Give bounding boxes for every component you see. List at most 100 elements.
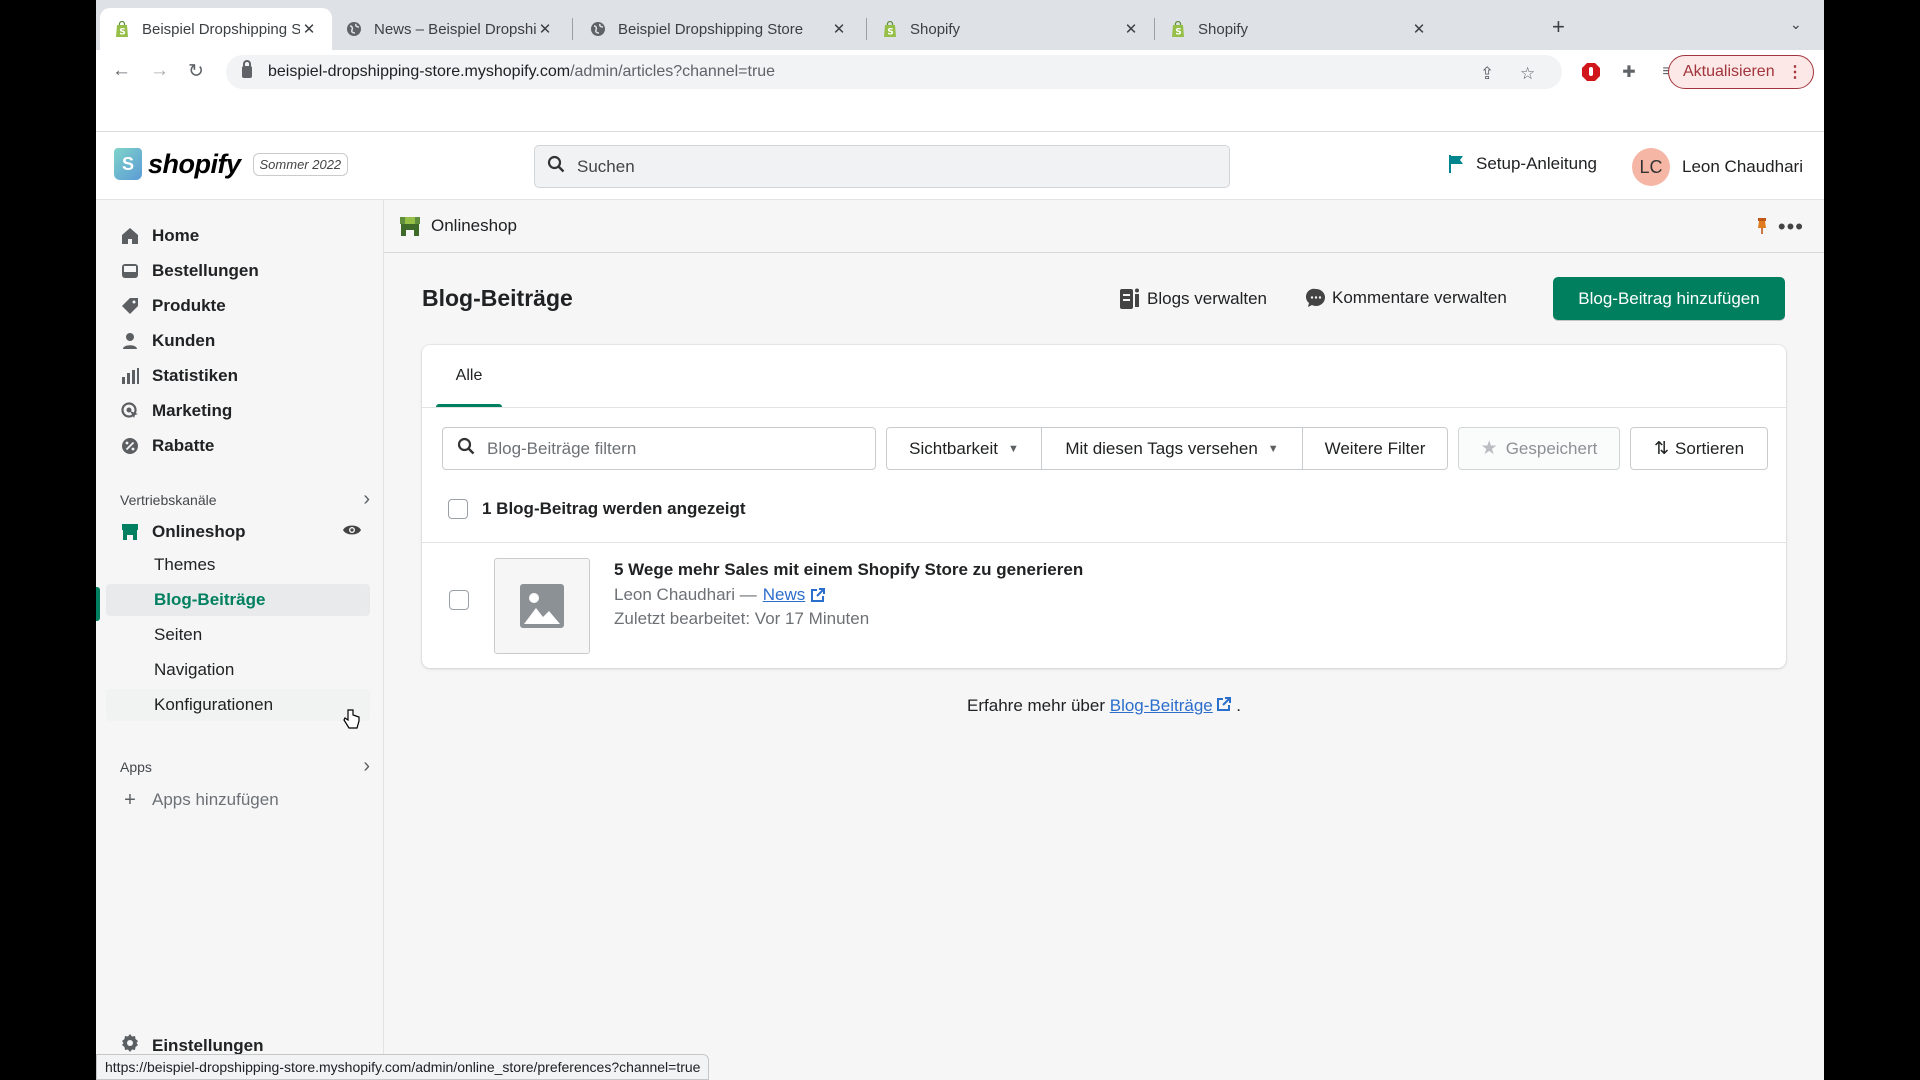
sidebar-item-label: Onlineshop <box>152 522 246 541</box>
external-link-icon[interactable] <box>1217 696 1232 715</box>
tab-title: Shopify <box>1198 20 1249 38</box>
sidebar-subitem-pages[interactable]: Seiten <box>106 619 370 651</box>
add-blog-post-button[interactable]: Blog-Beitrag hinzufügen <box>1553 277 1785 320</box>
setup-guide-button[interactable]: Setup-Anleitung <box>1448 154 1597 174</box>
star-icon: ★ <box>1480 438 1498 459</box>
channel-bar: Onlineshop ••• <box>384 200 1824 253</box>
manage-blogs-label: Blogs verwalten <box>1147 289 1268 308</box>
apps-section: Apps › <box>120 755 370 778</box>
sidebar-item-orders[interactable]: Bestellungen <box>106 255 370 287</box>
manage-comments-button[interactable]: Kommentare verwalten <box>1306 288 1507 308</box>
shopify-logo[interactable]: S shopify Sommer 2022 <box>114 148 349 180</box>
tab-separator <box>572 18 573 40</box>
sidebar-subitem-preferences[interactable]: Konfigurationen <box>106 689 370 721</box>
bar-chart-icon <box>120 366 140 386</box>
sort-icon: ⇅ <box>1653 438 1670 458</box>
svg-text:S: S <box>1175 28 1181 38</box>
sidebar-item-label: Marketing <box>152 401 233 420</box>
browser-tab[interactable]: S Shopify ✕ <box>868 8 1154 50</box>
sidebar-item-analytics[interactable]: Statistiken <box>106 360 370 392</box>
blog-link[interactable]: News <box>763 585 806 605</box>
search-icon <box>457 437 475 460</box>
update-label: Aktualisieren <box>1683 63 1775 80</box>
sort-button[interactable]: ⇅ Sortieren <box>1630 427 1768 470</box>
sidebar-item-home[interactable]: Home <box>106 220 370 252</box>
browser-tab[interactable]: S Shopify ✕ <box>1156 8 1442 50</box>
forward-button[interactable]: → <box>150 60 169 82</box>
sidebar: Home Bestellungen Produkte Kunden Statis… <box>96 200 384 1080</box>
tab-title: News – Beispiel Dropshipping S <box>374 20 536 38</box>
chevron-right-icon[interactable]: › <box>363 488 370 511</box>
sidebar-item-marketing[interactable]: Marketing <box>106 395 370 427</box>
more-filters-button[interactable]: Weitere Filter <box>1302 427 1448 470</box>
sidebar-item-products[interactable]: Produkte <box>106 290 370 322</box>
learn-more-suffix: . <box>1236 696 1241 715</box>
screen: S Beispiel Dropshipping Store · B ✕ News… <box>96 0 1824 1080</box>
sidebar-item-online-store[interactable]: Onlineshop <box>106 516 370 548</box>
user-menu[interactable]: LC Leon Chaudhari <box>1632 148 1803 186</box>
close-tab-icon[interactable]: ✕ <box>1410 20 1428 38</box>
update-browser-button[interactable]: Aktualisieren ⋮ <box>1668 55 1814 89</box>
post-title[interactable]: 5 Wege mehr Sales mit einem Shopify Stor… <box>614 560 1083 580</box>
store-icon <box>120 522 140 542</box>
new-tab-button[interactable]: + <box>1552 14 1565 40</box>
page-title: Blog-Beiträge <box>422 285 573 311</box>
browser-tab-bar: S Beispiel Dropshipping Store · B ✕ News… <box>96 0 1824 50</box>
tags-filter-button[interactable]: Mit diesen Tags versehen ▼ <box>1041 427 1303 470</box>
sidebar-subitem-themes[interactable]: Themes <box>106 549 370 581</box>
setup-label: Setup-Anleitung <box>1476 154 1597 173</box>
sort-label: Sortieren <box>1675 438 1745 458</box>
sidebar-subitem-navigation[interactable]: Navigation <box>106 654 370 686</box>
eye-icon[interactable] <box>342 522 362 542</box>
select-all-checkbox[interactable] <box>448 499 468 519</box>
sidebar-item-label: Produkte <box>152 296 226 315</box>
back-button[interactable]: ← <box>112 60 131 82</box>
shopify-top-bar: S shopify Sommer 2022 Suchen Setup-Anlei… <box>96 132 1824 200</box>
learn-more: Erfahre mehr über Blog-Beiträge . <box>384 696 1824 716</box>
browser-tab[interactable]: S Beispiel Dropshipping Store · B ✕ <box>100 8 332 50</box>
close-tab-icon[interactable]: ✕ <box>536 20 554 38</box>
close-tab-icon[interactable]: ✕ <box>1122 20 1140 38</box>
reload-button[interactable]: ↻ <box>188 60 204 83</box>
url-host: beispiel-dropshipping-store.myshopify.co… <box>268 63 571 80</box>
blog-icon <box>1119 288 1141 310</box>
url-path: /admin/articles?channel=true <box>570 63 776 80</box>
chevron-right-icon[interactable]: › <box>363 755 370 778</box>
adblock-icon[interactable] <box>1580 61 1602 83</box>
table-row[interactable]: 5 Wege mehr Sales mit einem Shopify Stor… <box>422 543 1786 668</box>
globe-icon <box>346 21 362 37</box>
add-apps-button[interactable]: + Apps hinzufügen <box>106 784 370 816</box>
sidebar-subitem-blog-posts[interactable]: Blog-Beiträge <box>106 584 370 616</box>
sidebar-item-label: Apps hinzufügen <box>152 790 279 809</box>
sidebar-item-customers[interactable]: Kunden <box>106 325 370 357</box>
browser-tab[interactable]: Beispiel Dropshipping Store ✕ <box>576 8 862 50</box>
filter-input[interactable]: Blog-Beiträge filtern <box>442 427 876 470</box>
tab-separator <box>1154 18 1155 40</box>
tab-all[interactable]: Alle <box>436 345 502 407</box>
orders-icon <box>120 261 140 281</box>
share-icon[interactable]: ⇪ <box>1480 64 1494 84</box>
close-tab-icon[interactable]: ✕ <box>830 20 848 38</box>
external-link-icon[interactable] <box>811 588 826 602</box>
learn-more-text: Erfahre mehr über <box>967 696 1105 715</box>
post-last-edited: Zuletzt bearbeitet: Vor 17 Minuten <box>614 609 870 628</box>
learn-more-link[interactable]: Blog-Beiträge <box>1110 696 1213 715</box>
search-placeholder: Suchen <box>577 156 635 176</box>
visibility-filter-button[interactable]: Sichtbarkeit ▼ <box>886 427 1042 470</box>
close-tab-icon[interactable]: ✕ <box>300 20 318 38</box>
tab-search-chevron-icon[interactable]: ⌄ <box>1790 16 1802 33</box>
address-bar[interactable]: beispiel-dropshipping-store.myshopify.co… <box>226 55 1562 89</box>
pin-icon[interactable] <box>1756 217 1768 240</box>
filter-placeholder: Blog-Beiträge filtern <box>487 438 637 458</box>
bookmark-star-icon[interactable]: ☆ <box>1520 64 1535 84</box>
manage-blogs-button[interactable]: Blogs verwalten <box>1119 288 1267 310</box>
browser-tab[interactable]: News – Beispiel Dropshipping S ✕ <box>332 8 568 50</box>
row-checkbox[interactable] <box>449 590 469 610</box>
more-actions-icon[interactable]: ••• <box>1778 214 1804 240</box>
flag-icon <box>1449 155 1463 173</box>
sidebar-item-discounts[interactable]: Rabatte <box>106 430 370 462</box>
sidebar-item-label: Statistiken <box>152 366 238 385</box>
extensions-puzzle-icon[interactable]: ✚ <box>1618 61 1640 83</box>
saved-button[interactable]: ★ Gespeichert <box>1458 427 1620 470</box>
global-search-input[interactable]: Suchen <box>534 145 1230 188</box>
